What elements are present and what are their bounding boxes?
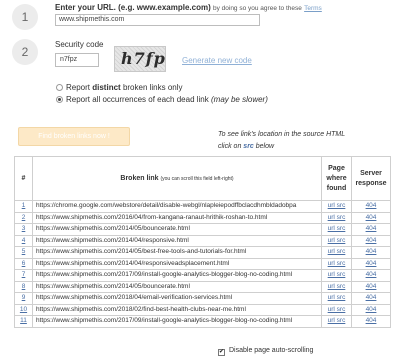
broken-url: https://www.shipmethis.com/2014/05/bounc… — [32, 280, 322, 293]
server-response[interactable]: 404 — [351, 315, 391, 328]
broken-links-table: # Broken link (you can scroll this field… — [14, 156, 391, 328]
row-number[interactable]: 8 — [14, 280, 33, 293]
agree-text: by doing so you agree to these — [212, 5, 302, 12]
server-response[interactable]: 404 — [351, 269, 391, 282]
found-links[interactable]: url src — [321, 223, 352, 236]
server-response[interactable]: 404 — [351, 280, 391, 293]
broken-url: https://www.shipmethis.com/2018/02/find-… — [32, 303, 322, 316]
broken-url: https://www.shipmethis.com/2014/05/best-… — [32, 246, 322, 259]
row-number[interactable]: 4 — [14, 234, 33, 247]
found-links[interactable]: url src — [321, 280, 352, 293]
table-row: 9 https://www.shipmethis.com/2018/04/emai… — [14, 292, 391, 305]
broken-url: https://www.shipmethis.com/2014/04/respo… — [32, 234, 322, 247]
distinct-option-label: Report distinct broken links only — [66, 83, 183, 92]
step-2-badge: 2 — [12, 39, 38, 65]
source-hint: To see link's location in the source HTM… — [218, 131, 346, 150]
table-row: 3 https://www.shipmethis.com/2014/05/boun… — [14, 223, 391, 236]
row-number[interactable]: 6 — [14, 257, 33, 270]
broken-url: https://www.shipmethis.com/2014/05/bounc… — [32, 223, 322, 236]
server-response[interactable]: 404 — [351, 303, 391, 316]
broken-url: https://chrome.google.com/webstore/detai… — [32, 200, 322, 213]
row-number[interactable]: 1 — [14, 200, 33, 213]
row-number[interactable]: 10 — [14, 303, 33, 316]
all-occurrences-label: Report all occurrences of each dead link… — [66, 95, 268, 104]
found-links[interactable]: url src — [321, 246, 352, 259]
row-number[interactable]: 2 — [14, 211, 33, 224]
row-number[interactable]: 11 — [14, 315, 33, 328]
row-number[interactable]: 5 — [14, 246, 33, 259]
table-row: 10 https://www.shipmethis.com/2018/02/fin… — [14, 303, 391, 316]
table-row: 2 https://www.shipmethis.com/2016/04/from… — [14, 211, 391, 224]
broken-url: https://www.shipmethis.com/2014/04/respo… — [32, 257, 322, 270]
server-response[interactable]: 404 — [351, 234, 391, 247]
server-response[interactable]: 404 — [351, 211, 391, 224]
col-found-header: Page where found — [321, 156, 352, 201]
table-row: 1 https://chrome.google.com/webstore/deta… — [14, 200, 391, 213]
found-links[interactable]: url src — [321, 315, 352, 328]
found-links[interactable]: url src — [321, 257, 352, 270]
distinct-radio[interactable] — [56, 84, 63, 91]
row-number[interactable]: 9 — [14, 292, 33, 305]
table-row: 7 https://www.shipmethis.com/2017/09/inst… — [14, 269, 391, 282]
col-num-header: # — [14, 156, 33, 201]
table-row: 5 https://www.shipmethis.com/2014/05/best… — [14, 246, 391, 259]
broken-url: https://www.shipmethis.com/2016/04/from-… — [32, 211, 322, 224]
security-code-label: Security code — [55, 40, 104, 49]
url-input[interactable]: www.shipmethis.com — [55, 14, 260, 26]
url-prompt: Enter your URL. (e.g. www.example.com) — [55, 3, 211, 12]
server-response[interactable]: 404 — [351, 292, 391, 305]
table-row: 6 https://www.shipmethis.com/2014/04/resp… — [14, 257, 391, 270]
step-1-title: Enter your URL. (e.g. www.example.com) b… — [55, 3, 322, 12]
broken-url: https://www.shipmethis.com/2017/09/insta… — [32, 269, 322, 282]
broken-url: https://www.shipmethis.com/2017/09/insta… — [32, 315, 322, 328]
found-links[interactable]: url src — [321, 292, 352, 305]
col-link-header: Broken link (you can scroll this field l… — [32, 156, 322, 201]
captcha-text: h7fpz — [121, 49, 166, 68]
row-number[interactable]: 7 — [14, 269, 33, 282]
col-response-header: Server response — [351, 156, 391, 201]
table-row: 8 https://www.shipmethis.com/2014/05/boun… — [14, 280, 391, 293]
captcha-image: h7fpz — [114, 46, 166, 72]
server-response[interactable]: 404 — [351, 223, 391, 236]
table-row: 11 https://www.shipmethis.com/2017/09/ins… — [14, 315, 391, 328]
found-links[interactable]: url src — [321, 211, 352, 224]
found-links[interactable]: url src — [321, 303, 352, 316]
found-links[interactable]: url src — [321, 234, 352, 247]
found-links[interactable]: url src — [321, 269, 352, 282]
server-response[interactable]: 404 — [351, 200, 391, 213]
found-links[interactable]: url src — [321, 200, 352, 213]
step-1-badge: 1 — [12, 4, 38, 30]
server-response[interactable]: 404 — [351, 246, 391, 259]
table-row: 4 https://www.shipmethis.com/2014/04/resp… — [14, 234, 391, 247]
broken-url: https://www.shipmethis.com/2018/04/email… — [32, 292, 322, 305]
hint-src-link: src — [243, 143, 254, 150]
all-occurrences-radio[interactable] — [56, 96, 63, 103]
terms-link[interactable]: Terms — [304, 5, 322, 12]
auto-scroll-checkbox[interactable]: ✔ — [218, 349, 225, 356]
generate-code-link[interactable]: Generate new code — [182, 56, 252, 65]
server-response[interactable]: 404 — [351, 257, 391, 270]
auto-scroll-label: Disable page auto-scrolling — [229, 347, 314, 354]
find-broken-links-button[interactable]: Find broken links now ! — [18, 127, 130, 146]
row-number[interactable]: 3 — [14, 223, 33, 236]
security-code-input[interactable]: n7fpz — [55, 53, 99, 67]
